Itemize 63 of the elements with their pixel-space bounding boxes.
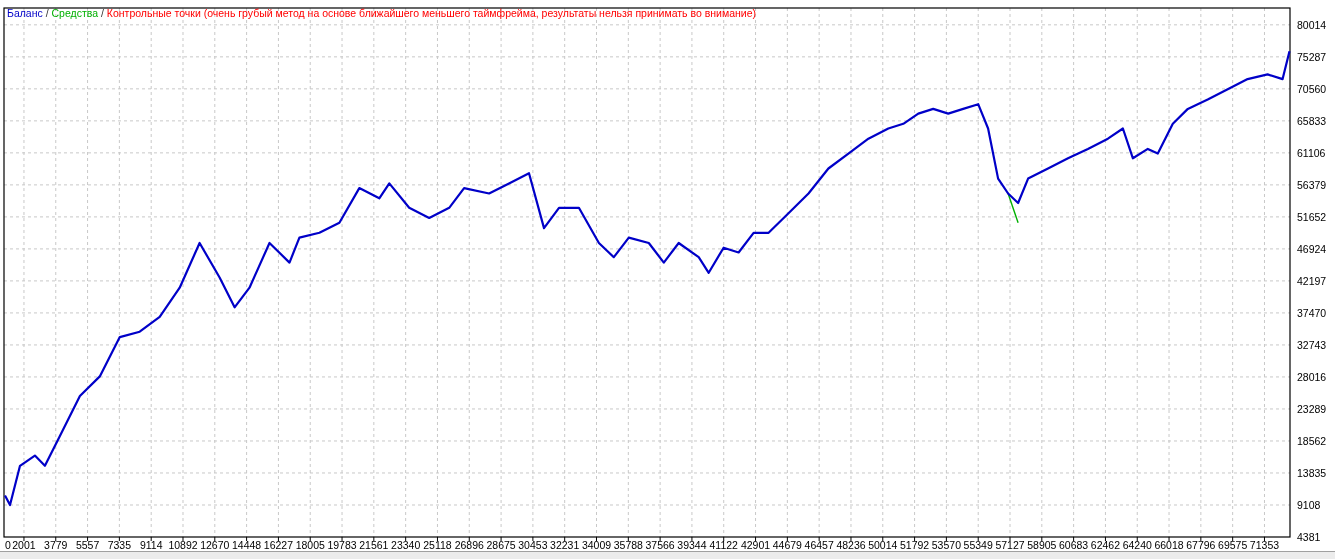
axis-label: 5557 — [75, 539, 100, 551]
axis-label: 62462 — [1090, 539, 1121, 551]
axis-label: 69575 — [1218, 539, 1248, 551]
axis-label: 28016 — [1297, 370, 1327, 383]
axis-label: 19783 — [327, 539, 357, 551]
axis-label: 35788 — [613, 539, 643, 551]
axis-label: 34009 — [581, 539, 612, 551]
axis-label: 46457 — [804, 539, 834, 551]
axis-label: 23289 — [1297, 402, 1327, 415]
axis-label: 64240 — [1122, 539, 1152, 551]
axis-label: 9114 — [139, 539, 163, 551]
axis-label: 26896 — [454, 539, 484, 551]
legend-label: Баланс — [7, 7, 43, 19]
axis-label: 9108 — [1297, 499, 1321, 511]
axis-label: 18562 — [1297, 434, 1327, 447]
axis-label: 65833 — [1297, 114, 1327, 127]
legend-separator: / — [100, 7, 104, 19]
axis-label: 58905 — [1027, 539, 1057, 551]
axis-label: 32743 — [1297, 338, 1327, 351]
axis-label: 12670 — [200, 539, 230, 551]
legend-label: Средства — [51, 7, 99, 19]
axis-label: 80014 — [1297, 18, 1327, 31]
axis-label: 18005 — [295, 539, 325, 551]
axis-label: 51652 — [1297, 210, 1327, 223]
axis-label: 61106 — [1297, 146, 1326, 159]
legend-separator: / — [45, 7, 49, 19]
axis-label: 23340 — [391, 539, 421, 551]
axis-label: 56379 — [1297, 178, 1327, 191]
axis-label: 44679 — [772, 539, 802, 551]
axis-label: 4381 — [1297, 531, 1321, 543]
legend-label: Контрольные точки (очень грубый метод на основе ближайшего меньшего таймфрейма, результаты нельзя принимать во внимание) — [106, 7, 757, 19]
axis-label: 30453 — [518, 539, 548, 551]
axis-label: 14448 — [232, 539, 262, 551]
axis-label: 55349 — [963, 539, 993, 551]
axis-label: 66018 — [1154, 539, 1184, 551]
axis-label: 48236 — [836, 539, 866, 551]
axis-label: 75287 — [1297, 50, 1327, 63]
axis-label: 37470 — [1297, 306, 1327, 319]
axis-label: 7335 — [107, 539, 132, 551]
axis-label: 25118 — [423, 539, 452, 551]
axis-label: 16227 — [263, 539, 294, 551]
axis-label: 70560 — [1297, 82, 1327, 95]
axis-label: 39344 — [677, 539, 707, 551]
axis-label: 42197 — [1297, 274, 1327, 287]
axis-label: 42901 — [740, 539, 771, 551]
axis-label: 10892 — [168, 539, 198, 551]
axis-label: 41122 — [709, 539, 738, 551]
axis-label: 46924 — [1297, 242, 1327, 255]
axis-label: 0 — [5, 539, 11, 551]
axis-label: 37566 — [645, 539, 675, 551]
axis-label: 3779 — [44, 539, 68, 551]
axis-label: 67796 — [1186, 539, 1216, 551]
axis-label: 57127 — [995, 539, 1025, 551]
axis-label: 60683 — [1059, 539, 1089, 551]
axis-label: 53570 — [931, 539, 961, 551]
axis-label: 2001 — [12, 539, 36, 551]
axis-label: 28675 — [486, 539, 516, 551]
axis-label: 21561 — [359, 539, 389, 551]
axis-label: 50014 — [868, 539, 898, 551]
axis-label: 13835 — [1297, 467, 1327, 479]
axis-label: 51792 — [900, 539, 930, 551]
axis-label: 71353 — [1249, 539, 1280, 551]
axis-label: 32231 — [550, 539, 580, 551]
